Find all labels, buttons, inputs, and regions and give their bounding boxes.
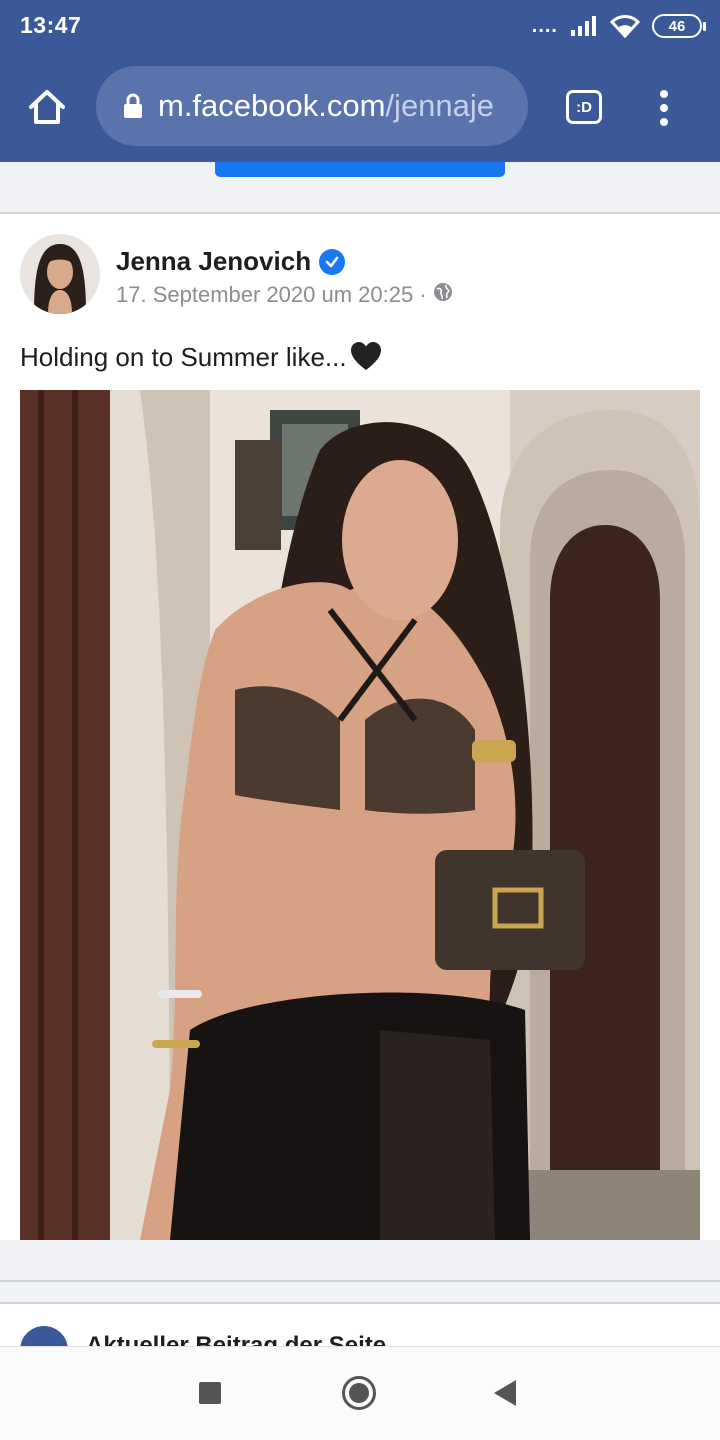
page-post-icon — [20, 1326, 68, 1346]
home-icon — [29, 90, 65, 124]
author-name[interactable]: Jenna Jenovich — [116, 246, 311, 277]
post-photo[interactable] — [20, 390, 700, 1240]
status-icons: .... 46 — [531, 12, 706, 40]
globe-icon — [433, 282, 453, 308]
browser-chrome: 13:47 .... 46 m.facebook.com/jennaje:D — [0, 0, 720, 162]
meta-separator: · — [419, 282, 427, 307]
battery-icon: 46 — [652, 14, 706, 38]
avatar[interactable] — [20, 234, 100, 314]
caption-text: Holding on to Summer like... — [20, 341, 347, 372]
recents-icon[interactable] — [199, 1382, 221, 1404]
status-time: 13:47 — [20, 12, 82, 38]
next-section-card: Aktueller Beitrag der Seite — [0, 1302, 720, 1346]
blue-button-edge[interactable] — [215, 162, 505, 177]
url-text: m.facebook.com/jennaje — [158, 88, 494, 124]
lock-icon — [122, 93, 144, 119]
url-domain: m.facebook.com — [158, 88, 386, 123]
post-card: Jenna Jenovich 17. September 2020 um 20:… — [0, 214, 720, 1240]
verified-badge-icon — [319, 248, 346, 275]
url-path: /jennaje — [385, 88, 495, 123]
more-vert-icon[interactable] — [650, 86, 678, 130]
signal-dots: .... — [531, 14, 558, 37]
post-caption: Holding on to Summer like... — [20, 340, 383, 374]
home-button[interactable] — [24, 84, 70, 130]
next-section-label: Aktueller Beitrag der Seite — [86, 1332, 387, 1346]
status-bar: 13:47 .... 46 — [0, 0, 720, 52]
signal-bars-icon — [571, 16, 596, 36]
post-meta: 17. September 2020 um 20:25 · — [116, 282, 453, 308]
post-timestamp[interactable]: 17. September 2020 um 20:25 — [116, 282, 413, 308]
tab-switcher-button[interactable]: :D — [566, 90, 602, 124]
url-bar[interactable]: m.facebook.com/jennaje — [96, 66, 528, 146]
back-icon[interactable] — [494, 1380, 516, 1406]
feed-gap — [0, 1240, 720, 1280]
divider — [0, 1280, 720, 1282]
home-circle-icon[interactable] — [342, 1376, 376, 1410]
post-author[interactable]: Jenna Jenovich — [116, 246, 346, 277]
wifi-icon — [610, 15, 640, 38]
system-nav-bar — [0, 1346, 720, 1440]
black-heart-icon — [350, 342, 381, 370]
browser-toolbar: m.facebook.com/jennaje :D — [0, 52, 720, 162]
